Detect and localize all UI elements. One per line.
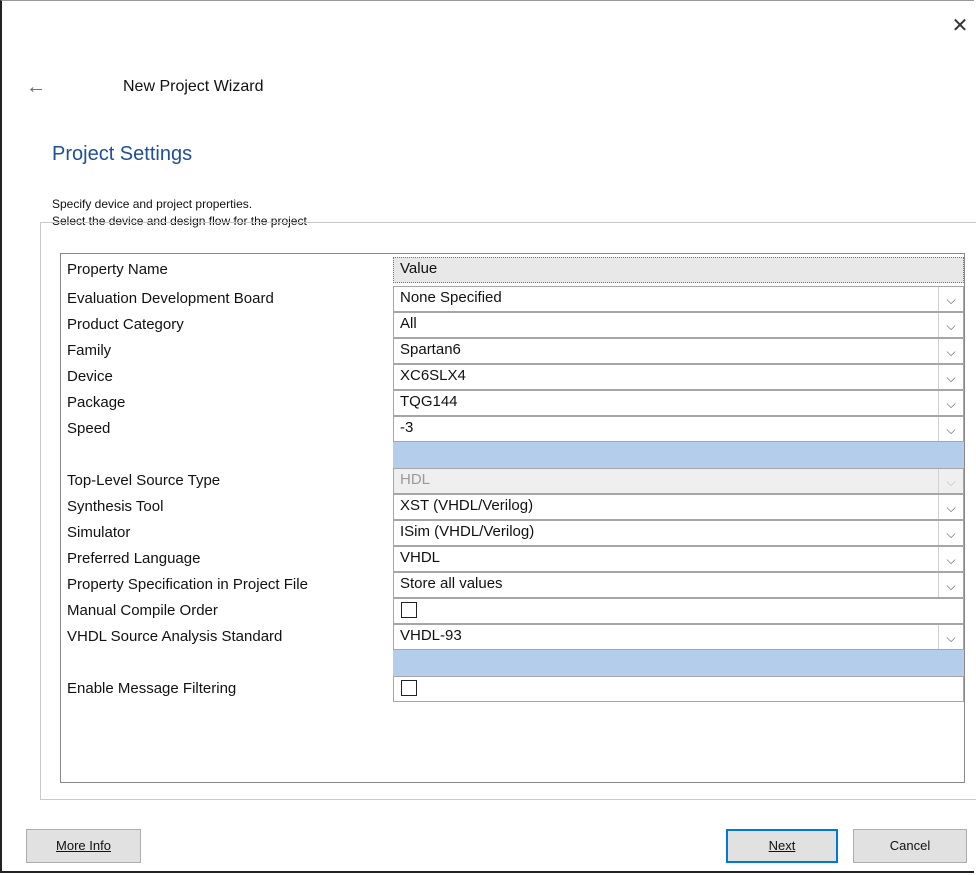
property-row: Manual Compile Order (61, 598, 964, 624)
header-property-name: Property Name (67, 261, 168, 278)
page-description: Specify device and project properties. (52, 197, 253, 211)
next-button[interactable]: Next (726, 829, 838, 863)
property-value-dropdown[interactable]: None Specified ⌵ (393, 286, 964, 312)
more-info-button[interactable]: More Info (26, 829, 141, 863)
chevron-down-icon[interactable]: ⌵ (938, 287, 963, 311)
property-name: Family (67, 342, 112, 359)
chevron-down-icon[interactable]: ⌵ (938, 339, 963, 363)
property-row: Preferred Language VHDL ⌵ (61, 546, 964, 572)
property-value-dropdown[interactable]: VHDL-93 ⌵ (393, 624, 964, 650)
grid-header-row: Property Name Value (61, 257, 964, 283)
more-info-label: More Info (56, 838, 111, 853)
property-value-blank (393, 442, 964, 468)
chevron-down-icon[interactable]: ⌵ (938, 391, 963, 415)
property-value-dropdown[interactable]: Store all values ⌵ (393, 572, 964, 598)
property-value-dropdown[interactable]: ISim (VHDL/Verilog) ⌵ (393, 520, 964, 546)
property-value-dropdown[interactable]: All ⌵ (393, 312, 964, 338)
property-value-dropdown[interactable]: VHDL ⌵ (393, 546, 964, 572)
property-name: Product Category (67, 316, 184, 333)
property-row: Property Specification in Project File St… (61, 572, 964, 598)
chevron-down-icon[interactable]: ⌵ (938, 417, 963, 441)
chevron-down-icon[interactable]: ⌵ (938, 547, 963, 571)
property-value-dropdown[interactable]: -3 ⌵ (393, 416, 964, 442)
property-grid: Property Name Value Evaluation Developme… (60, 253, 965, 783)
chevron-down-icon[interactable]: ⌵ (938, 495, 963, 519)
property-name: Enable Message Filtering (67, 680, 237, 697)
property-name: Property Specification in Project File (67, 576, 308, 593)
property-row (61, 650, 964, 676)
close-icon[interactable]: ✕ (948, 14, 972, 38)
property-name: Manual Compile Order (67, 602, 218, 619)
chevron-down-icon[interactable]: ⌵ (938, 313, 963, 337)
property-value: TQG144 (400, 393, 458, 410)
property-row: Speed -3 ⌵ (61, 416, 964, 442)
property-row: Evaluation Development Board None Specifi… (61, 286, 964, 312)
property-row: Top-Level Source Type HDL ⌵ (61, 468, 964, 494)
property-value-checkbox-cell[interactable] (393, 676, 964, 702)
chevron-down-icon[interactable]: ⌵ (938, 521, 963, 545)
property-row: Device XC6SLX4 ⌵ (61, 364, 964, 390)
property-row (61, 442, 964, 468)
property-name: Simulator (67, 524, 131, 541)
property-value: VHDL-93 (400, 627, 462, 644)
property-row: Simulator ISim (VHDL/Verilog) ⌵ (61, 520, 964, 546)
chevron-down-icon[interactable]: ⌵ (938, 573, 963, 597)
chevron-down-icon[interactable]: ⌵ (938, 625, 963, 649)
property-value: All (400, 315, 417, 332)
chevron-down-icon: ⌵ (938, 469, 963, 493)
property-value: XC6SLX4 (400, 367, 466, 384)
property-name: Evaluation Development Board (67, 290, 274, 307)
property-name: Device (67, 368, 113, 385)
property-name: Top-Level Source Type (67, 472, 221, 489)
property-value-dropdown: HDL ⌵ (393, 468, 964, 494)
property-row: Family Spartan6 ⌵ (61, 338, 964, 364)
property-value-checkbox-cell[interactable] (393, 598, 964, 624)
property-row: Package TQG144 ⌵ (61, 390, 964, 416)
property-value: VHDL (400, 549, 441, 566)
property-value-blank (393, 650, 964, 676)
property-row: Enable Message Filtering (61, 676, 964, 702)
property-name: Preferred Language (67, 550, 201, 567)
checkbox[interactable] (401, 680, 417, 696)
back-arrow-icon[interactable]: ← (26, 76, 48, 98)
checkbox[interactable] (401, 602, 417, 618)
property-name: VHDL Source Analysis Standard (67, 628, 283, 645)
property-value: HDL (400, 471, 431, 488)
property-value: Spartan6 (400, 341, 461, 358)
property-value: ISim (VHDL/Verilog) (400, 523, 535, 540)
property-row: Product Category All ⌵ (61, 312, 964, 338)
cancel-label: Cancel (889, 838, 931, 853)
property-value-dropdown[interactable]: XC6SLX4 ⌵ (393, 364, 964, 390)
next-label: Next (768, 838, 796, 853)
property-name: Speed (67, 420, 111, 437)
chevron-down-icon[interactable]: ⌵ (938, 365, 963, 389)
property-value: None Specified (400, 289, 502, 306)
page-title: Project Settings (52, 143, 193, 165)
property-value: -3 (400, 419, 414, 436)
property-value: Store all values (400, 575, 503, 592)
property-name: Package (67, 394, 126, 411)
property-value-dropdown[interactable]: Spartan6 ⌵ (393, 338, 964, 364)
property-name: Synthesis Tool (67, 498, 164, 515)
header-value-cell: Value (393, 257, 964, 283)
property-value-dropdown[interactable]: TQG144 ⌵ (393, 390, 964, 416)
window-title: New Project Wizard (123, 78, 264, 95)
property-row: Synthesis Tool XST (VHDL/Verilog) ⌵ (61, 494, 964, 520)
header-value: Value (400, 260, 438, 277)
cancel-button[interactable]: Cancel (853, 829, 967, 863)
property-row: VHDL Source Analysis Standard VHDL-93 ⌵ (61, 624, 964, 650)
property-value: XST (VHDL/Verilog) (400, 497, 534, 514)
property-value-dropdown[interactable]: XST (VHDL/Verilog) ⌵ (393, 494, 964, 520)
